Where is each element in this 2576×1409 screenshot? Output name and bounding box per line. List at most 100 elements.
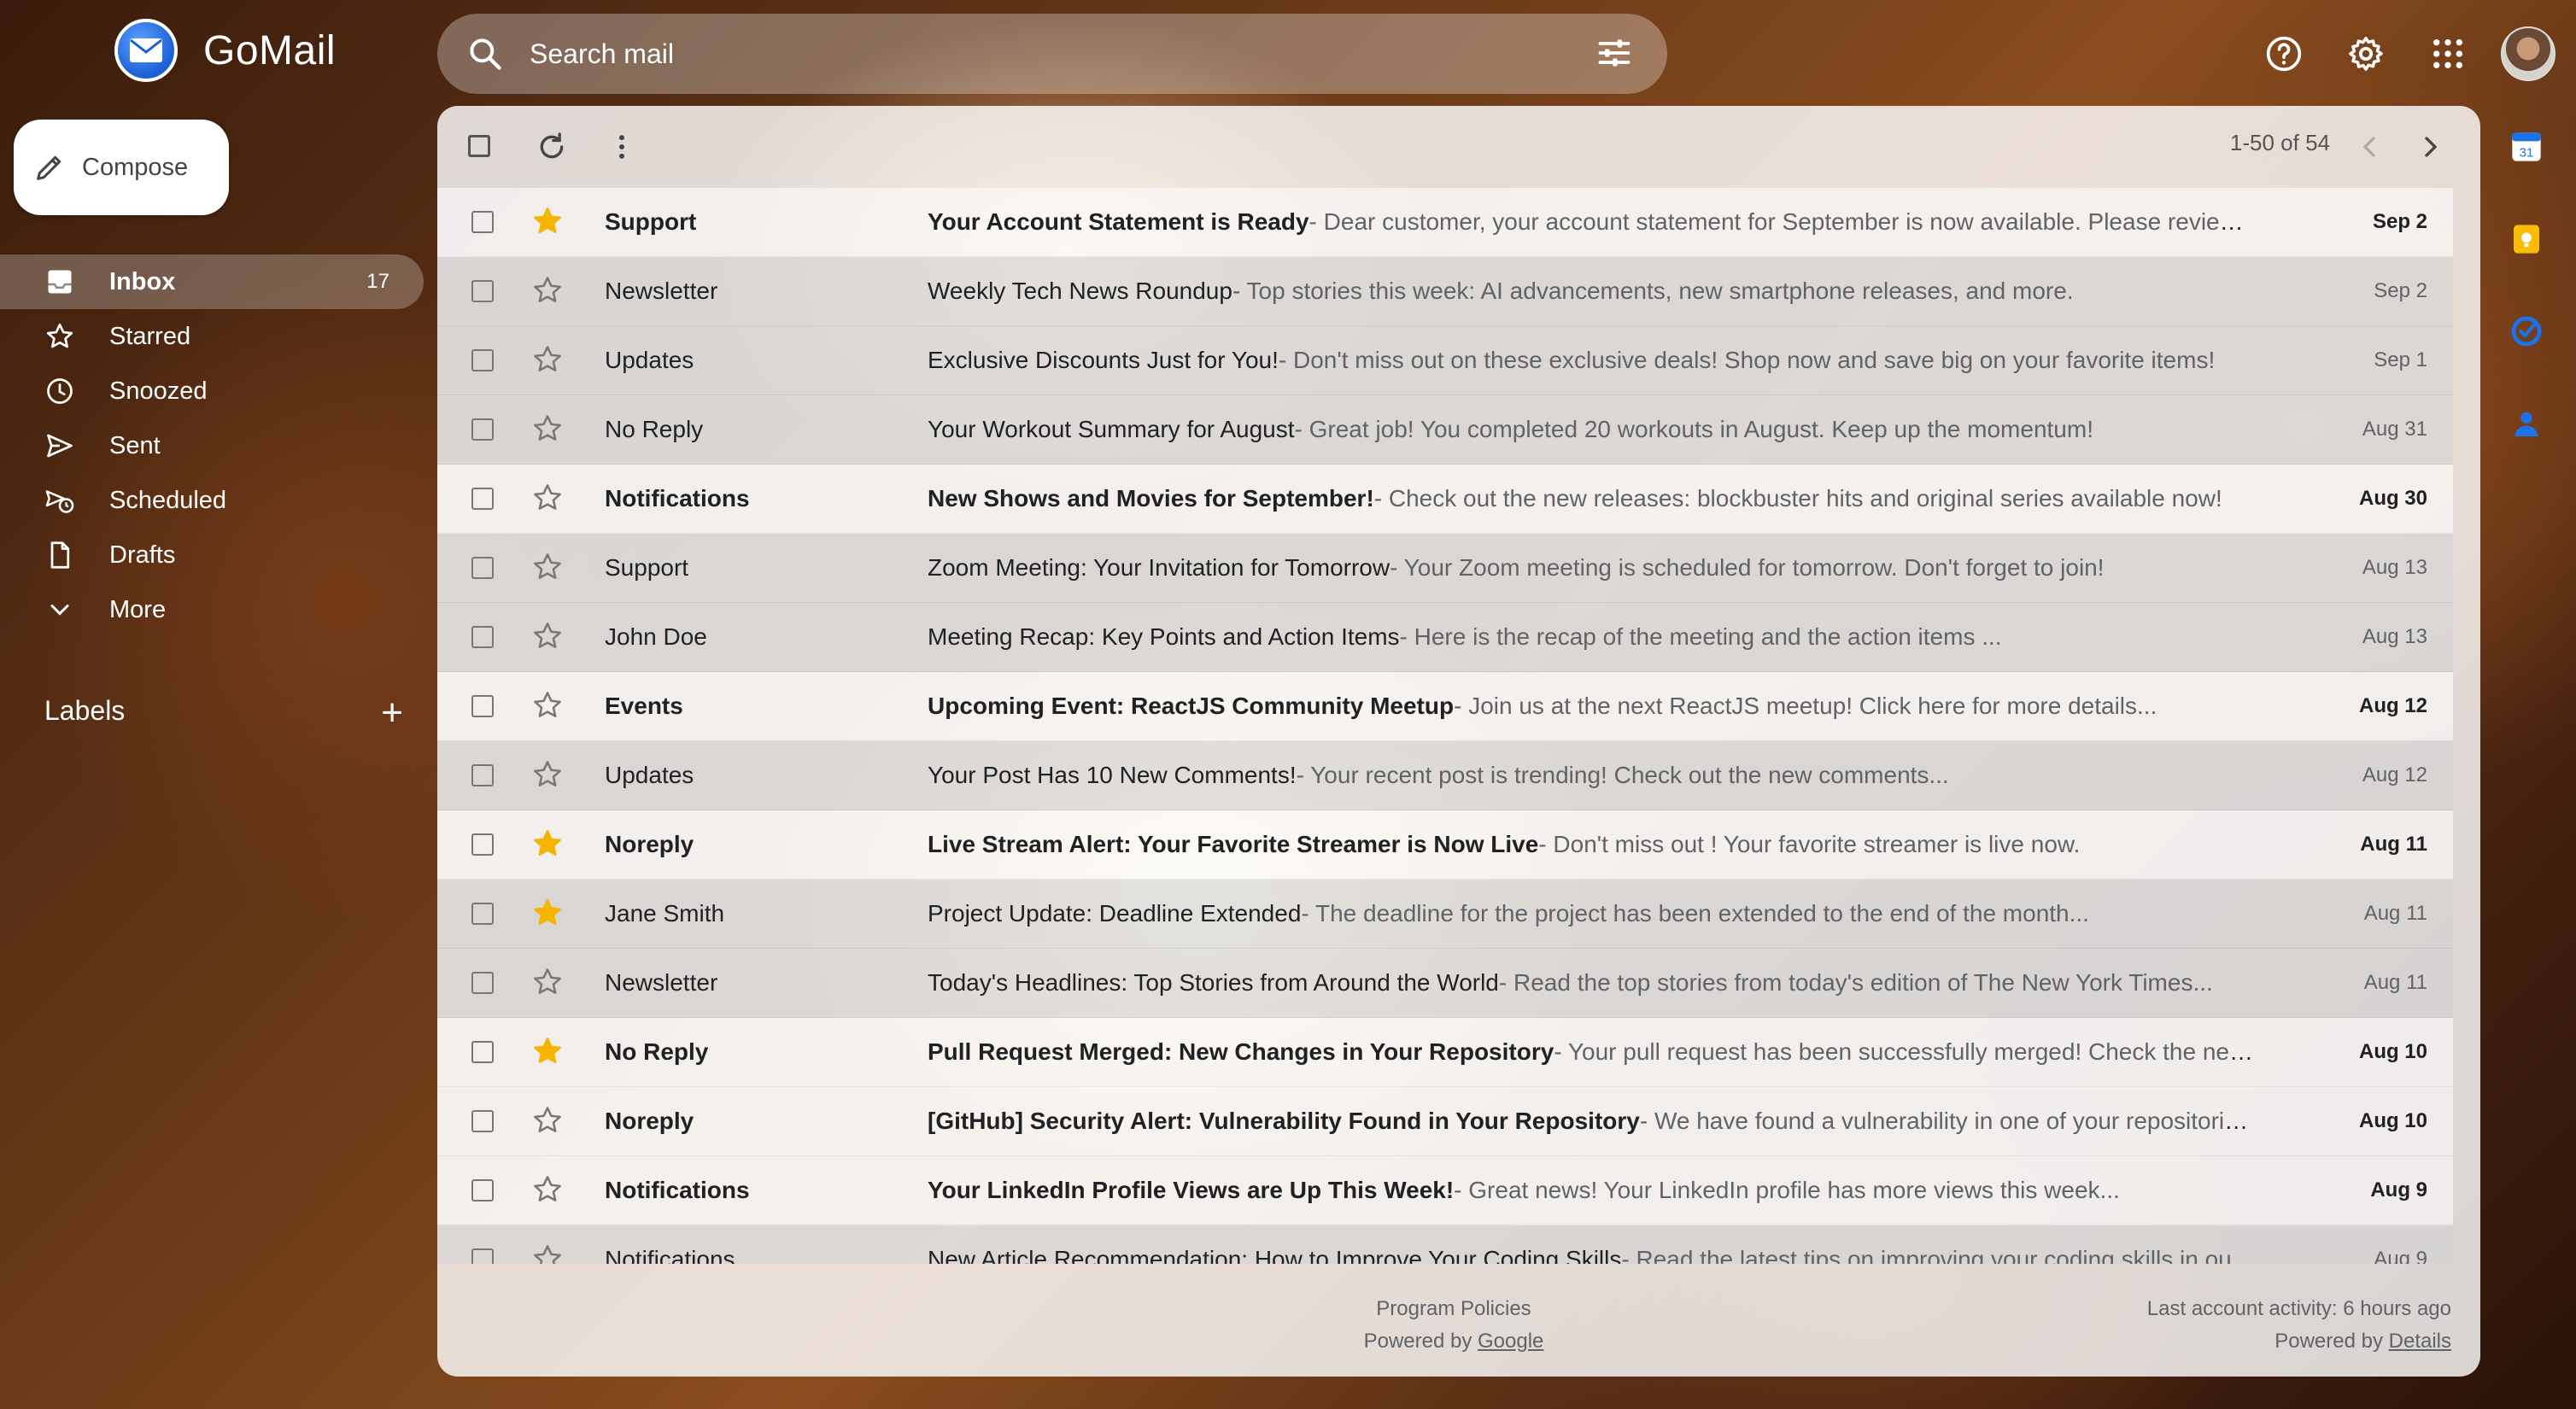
email-row[interactable]: Notifications New Article Recommendation:…	[437, 1225, 2453, 1264]
email-subject: Pull Request Merged: New Changes in Your…	[928, 1038, 1554, 1065]
chevron-left-icon[interactable]	[2352, 130, 2386, 164]
starred-icon[interactable]	[531, 205, 564, 237]
row-checkbox[interactable]	[471, 903, 494, 925]
star-outline-icon[interactable]	[531, 1104, 564, 1137]
last-activity-text: Last account activity: 6 hours ago	[2146, 1297, 2451, 1320]
pagination-text: 1-50 of 54	[2229, 130, 2330, 155]
email-snippet: - Here is the recap of the meeting and t…	[1399, 623, 2002, 650]
sidebar-item-sent[interactable]: Sent	[0, 418, 424, 473]
email-row[interactable]: Newsletter Weekly Tech News Roundup- Top …	[437, 257, 2453, 326]
email-snippet: - Don't miss out ! Your favorite streame…	[1538, 831, 2081, 857]
row-checkbox[interactable]	[471, 418, 494, 441]
email-snippet: - Join us at the next ReactJS meetup! Cl…	[1454, 693, 2157, 719]
row-checkbox[interactable]	[471, 211, 494, 233]
labels-section: Labels +	[44, 692, 403, 734]
program-policies-link[interactable]: Program Policies	[1364, 1293, 1544, 1325]
compose-button[interactable]: Compose	[14, 120, 229, 215]
star-outline-icon[interactable]	[531, 1242, 564, 1264]
sidebar-item-snoozed[interactable]: Snoozed	[0, 364, 424, 418]
star-outline-icon[interactable]	[531, 482, 564, 514]
details-link[interactable]: Details	[2389, 1330, 2451, 1353]
star-outline-icon[interactable]	[531, 689, 564, 722]
email-row[interactable]: Events Upcoming Event: ReactJS Community …	[437, 672, 2453, 741]
calendar-app-icon[interactable]: 31	[2508, 128, 2545, 166]
email-subject: [GitHub] Security Alert: Vulnerability F…	[928, 1108, 1640, 1134]
email-row[interactable]: Newsletter Today's Headlines: Top Stories…	[437, 949, 2453, 1018]
star-outline-icon[interactable]	[531, 758, 564, 791]
row-checkbox[interactable]	[471, 1041, 494, 1063]
email-row[interactable]: Jane Smith Project Update: Deadline Exten…	[437, 880, 2453, 949]
email-list: Support Your Account Statement is Ready - …	[437, 188, 2453, 1264]
star-outline-icon[interactable]	[531, 966, 564, 998]
email-row[interactable]: Updates Your Post Has 10 New Comments!- Y…	[437, 741, 2453, 810]
email-subject: Meeting Recap: Key Points and Action Ite…	[928, 623, 1400, 650]
email-row[interactable]: Updates Exclusive Discounts Just for You!…	[437, 326, 2453, 395]
row-checkbox[interactable]	[471, 488, 494, 510]
row-checkbox[interactable]	[471, 833, 494, 856]
row-checkbox[interactable]	[471, 695, 494, 717]
user-avatar[interactable]	[2501, 26, 2556, 81]
select-all-checkbox[interactable]	[468, 135, 490, 157]
refresh-icon[interactable]	[535, 130, 569, 164]
row-checkbox[interactable]	[471, 1248, 494, 1264]
star-outline-icon[interactable]	[531, 620, 564, 652]
star-outline-icon[interactable]	[531, 551, 564, 583]
search-input[interactable]	[528, 37, 1539, 71]
keep-app-icon[interactable]	[2508, 220, 2545, 258]
sidebar-item-drafts[interactable]: Drafts	[0, 528, 424, 582]
row-checkbox[interactable]	[471, 764, 494, 786]
star-outline-icon[interactable]	[531, 343, 564, 376]
row-checkbox[interactable]	[471, 557, 494, 579]
email-row[interactable]: No Reply Pull Request Merged: New Changes…	[437, 1018, 2453, 1087]
email-row[interactable]: No Reply Your Workout Summary for August-…	[437, 395, 2453, 465]
sidebar-item-starred[interactable]: Starred	[0, 309, 424, 364]
help-icon[interactable]	[2260, 30, 2308, 78]
email-sender: Noreply	[605, 831, 694, 857]
tasks-app-icon[interactable]	[2508, 313, 2545, 350]
search-icon[interactable]	[466, 35, 504, 73]
google-link[interactable]: Google	[1478, 1330, 1543, 1353]
contacts-app-icon[interactable]	[2508, 405, 2545, 442]
email-subject: Live Stream Alert: Your Favorite Streame…	[928, 831, 1539, 857]
email-row[interactable]: Noreply Live Stream Alert: Your Favorite …	[437, 810, 2453, 880]
row-checkbox[interactable]	[471, 626, 494, 648]
search-bar[interactable]	[437, 14, 1667, 94]
search-options-icon[interactable]	[1595, 34, 1633, 72]
email-snippet: - Check out the new releases: blockbuste…	[1373, 485, 2222, 512]
email-date: Aug 12	[2362, 763, 2427, 786]
apps-grid-icon[interactable]	[2424, 30, 2472, 78]
sidebar-item-more[interactable]: More	[0, 582, 424, 637]
email-row[interactable]: John Doe Meeting Recap: Key Points and Ac…	[437, 603, 2453, 672]
chevron-right-icon[interactable]	[2414, 130, 2448, 164]
email-sender: Support	[605, 554, 689, 581]
email-date: Aug 9	[2370, 1178, 2427, 1201]
settings-gear-icon[interactable]	[2342, 30, 2390, 78]
add-label-button[interactable]: +	[381, 692, 403, 734]
row-checkbox[interactable]	[471, 280, 494, 302]
more-vert-icon[interactable]	[605, 130, 639, 164]
email-subject: Your Post Has 10 New Comments!	[928, 762, 1297, 788]
email-row[interactable]: Support Zoom Meeting: Your Invitation for…	[437, 534, 2453, 603]
email-row[interactable]: Noreply [GitHub] Security Alert: Vulnerab…	[437, 1087, 2453, 1156]
star-outline-icon[interactable]	[531, 412, 564, 445]
row-checkbox[interactable]	[471, 1110, 494, 1132]
email-row[interactable]: Support Your Account Statement is Ready- …	[437, 188, 2453, 257]
email-snippet: - The deadline for the project has been …	[1301, 900, 2089, 927]
email-content: Weekly Tech News Roundup- Top stories th…	[928, 278, 2260, 305]
starred-icon[interactable]	[531, 1035, 564, 1067]
row-checkbox[interactable]	[471, 1179, 494, 1201]
star-outline-icon[interactable]	[531, 1173, 564, 1206]
row-checkbox[interactable]	[471, 972, 494, 994]
star-outline-icon[interactable]	[531, 274, 564, 307]
app-logo[interactable]: GoMail	[114, 19, 336, 82]
email-row[interactable]: Notifications New Shows and Movies for Se…	[437, 465, 2453, 534]
starred-icon[interactable]	[531, 897, 564, 929]
side-apps-rail: 31	[2508, 128, 2550, 497]
starred-icon[interactable]	[531, 827, 564, 860]
sidebar-item-scheduled[interactable]: Scheduled	[0, 473, 424, 528]
row-checkbox[interactable]	[471, 349, 494, 371]
email-subject: Your Account Statement is Ready	[928, 208, 1309, 235]
sidebar-item-inbox[interactable]: Inbox 17	[0, 254, 424, 309]
email-row[interactable]: Notifications Your LinkedIn Profile Views…	[437, 1156, 2453, 1225]
sidebar-item-label: More	[109, 595, 167, 623]
